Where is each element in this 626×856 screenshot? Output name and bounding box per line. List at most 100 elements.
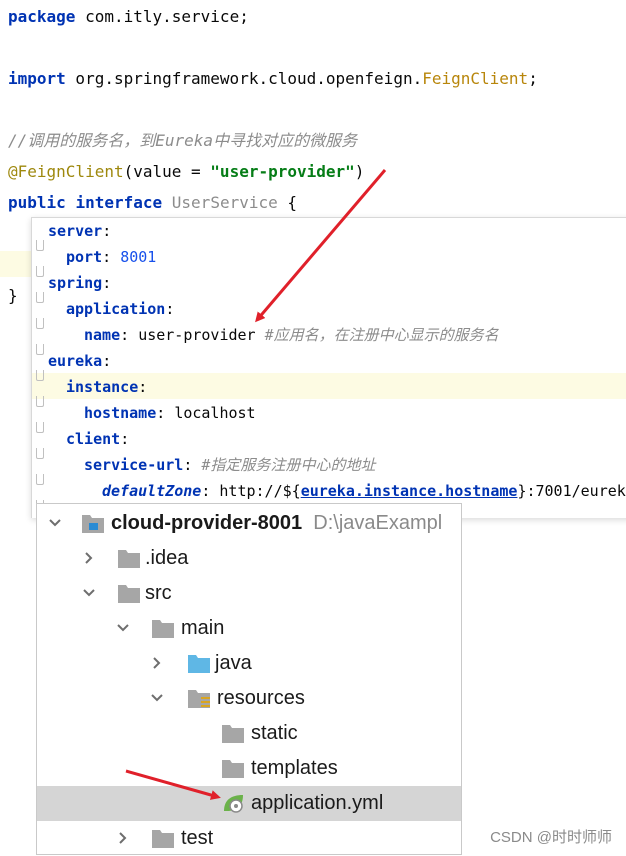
interface-keyword: interface — [75, 193, 163, 212]
tree-label-src: src — [145, 582, 172, 604]
fold-marker-icon[interactable] — [36, 396, 44, 407]
import-package: org.springframework.cloud.openfeign. — [65, 69, 423, 88]
yaml-hostname-line: hostname: localhost — [84, 404, 256, 422]
yaml-defaultzone-suffix: }:7001/eureka — [517, 482, 626, 500]
tree-item-java[interactable]: java — [37, 646, 461, 681]
yaml-instance-line: instance: — [66, 378, 148, 396]
yaml-name-value: user-provider — [138, 326, 256, 344]
annotation-line: @FeignClient(value = "user-provider") — [8, 160, 364, 184]
code-comment: //调用的服务名，到Eureka中寻找对应的微服务 — [8, 131, 358, 150]
import-class: FeignClient — [422, 69, 529, 88]
tree-item-test[interactable]: test — [37, 821, 461, 856]
feign-annotation: @FeignClient — [8, 162, 124, 181]
yaml-key-instance: instance — [66, 378, 139, 396]
folder-icon — [222, 760, 244, 778]
chevron-right-icon[interactable] — [115, 830, 131, 846]
csdn-watermark: CSDN @时时师师 — [490, 829, 612, 846]
yaml-name-line: name: user-provider #应用名，在注册中心显示的服务名 — [84, 326, 499, 344]
chevron-down-icon[interactable] — [47, 515, 63, 531]
resources-folder-icon — [188, 690, 210, 708]
tree-item-src[interactable]: src — [37, 576, 461, 611]
tree-label-main: main — [181, 617, 225, 639]
folder-icon — [118, 550, 140, 568]
yaml-serviceurl-line: service-url: #指定服务注册中心的地址 — [84, 456, 376, 474]
tree-label-resources: resources — [217, 687, 305, 709]
yaml-key-name: name — [84, 326, 121, 344]
yaml-defaultzone-prefix: http://${ — [219, 482, 301, 500]
package-keyword: package — [8, 7, 76, 26]
module-folder-icon — [82, 515, 104, 533]
fold-marker-icon[interactable] — [36, 370, 44, 381]
spring-config-file-icon — [224, 795, 243, 813]
tree-label-project: cloud-provider-8001 D:\javaExampl — [111, 506, 442, 541]
yaml-port-line: port: 8001 — [66, 248, 157, 266]
yaml-port-value: 8001 — [120, 248, 157, 266]
close-brace: } — [8, 286, 18, 305]
yaml-client-line: client: — [66, 430, 130, 448]
yaml-eureka-line: eureka: — [48, 352, 112, 370]
yaml-name-comment: #应用名，在注册中心显示的服务名 — [264, 326, 499, 344]
fold-marker-icon[interactable] — [36, 292, 44, 303]
yaml-defaultzone-ref[interactable]: eureka.instance.hostname — [301, 482, 518, 500]
yaml-application-line: application: — [66, 300, 175, 318]
tree-item-application-yml[interactable]: application.yml — [37, 786, 461, 821]
package-name: com.itly.service; — [75, 7, 249, 26]
tree-item-idea[interactable]: .idea — [37, 541, 461, 576]
tree-label-application-yml: application.yml — [251, 792, 384, 814]
yaml-key-service-url: service-url — [84, 456, 184, 474]
tree-label-templates: templates — [251, 757, 338, 779]
chevron-down-icon[interactable] — [149, 690, 165, 706]
import-keyword: import — [8, 69, 66, 88]
fold-marker-icon[interactable] — [36, 422, 44, 433]
yaml-key-application: application — [66, 300, 166, 318]
interface-open-brace: { — [277, 193, 298, 212]
yaml-editor-popup[interactable]: server: port: 8001 spring: application: … — [31, 217, 626, 518]
interface-line: public interface UserService { — [8, 191, 297, 215]
tree-label-java: java — [215, 652, 252, 674]
annotation-open: (value = — [123, 162, 211, 181]
yaml-key-eureka: eureka — [48, 352, 103, 370]
folder-icon — [152, 620, 174, 638]
public-keyword: public — [8, 193, 66, 212]
chevron-right-icon[interactable] — [81, 550, 97, 566]
service-name-string: "user-provider" — [210, 162, 355, 181]
tree-label-static: static — [251, 722, 298, 744]
interface-name: UserService — [171, 193, 278, 212]
chevron-down-icon[interactable] — [81, 585, 97, 601]
yaml-key-port: port — [66, 248, 103, 266]
folder-icon — [118, 585, 140, 603]
folder-icon — [152, 830, 174, 848]
yaml-key-client: client — [66, 430, 121, 448]
yaml-hostname-value: localhost — [174, 404, 256, 422]
yaml-serviceurl-comment: #指定服务注册中心的地址 — [201, 456, 376, 474]
tree-item-static[interactable]: static — [37, 716, 461, 751]
tree-item-main[interactable]: main — [37, 611, 461, 646]
package-line: package com.itly.service; — [8, 5, 249, 29]
chevron-down-icon[interactable] — [115, 620, 131, 636]
yaml-server-line: server: — [48, 222, 112, 240]
fold-marker-icon[interactable] — [36, 266, 44, 277]
yaml-defaultzone-line: defaultZone: http://${eureka.instance.ho… — [102, 478, 626, 504]
import-semicolon: ; — [528, 69, 538, 88]
tree-label-test: test — [181, 827, 214, 849]
current-line-highlight — [0, 251, 32, 277]
fold-marker-icon[interactable] — [36, 240, 44, 251]
yaml-spring-line: spring: — [48, 274, 112, 292]
fold-marker-icon[interactable] — [36, 318, 44, 329]
project-name: cloud-provider-8001 — [111, 512, 303, 534]
annotation-close: ) — [354, 162, 365, 181]
source-folder-icon — [188, 655, 210, 673]
fold-marker-icon[interactable] — [36, 344, 44, 355]
import-line: import org.springframework.cloud.openfei… — [8, 67, 538, 91]
chevron-right-icon[interactable] — [149, 655, 165, 671]
project-tree[interactable]: cloud-provider-8001 D:\javaExampl .idea … — [36, 503, 462, 855]
folder-icon — [222, 725, 244, 743]
tree-item-resources[interactable]: resources — [37, 681, 461, 716]
fold-marker-icon[interactable] — [36, 474, 44, 485]
tree-item-project[interactable]: cloud-provider-8001 D:\javaExampl — [37, 506, 461, 541]
yaml-key-defaultzone: defaultZone — [102, 482, 202, 500]
tree-label-idea: .idea — [145, 547, 189, 569]
yaml-key-server: server — [48, 222, 103, 240]
tree-item-templates[interactable]: templates — [37, 751, 461, 786]
fold-marker-icon[interactable] — [36, 448, 44, 459]
